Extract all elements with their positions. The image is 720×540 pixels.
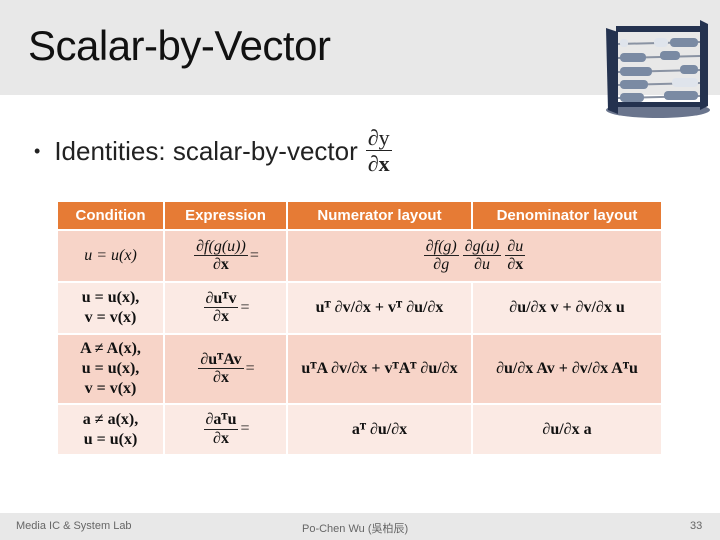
equals-sign: =: [240, 420, 250, 438]
condition-line: u = u(x): [84, 247, 137, 264]
bullet-text: Identities: scalar-by-vector: [54, 135, 358, 166]
expr-denominator: ∂x: [213, 429, 229, 447]
fraction-denominator: ∂x: [367, 151, 390, 177]
numerator-layout-cell: aᵀ ∂u/∂x: [286, 403, 473, 456]
header-numerator-layout: Numerator layout: [286, 202, 473, 230]
expression-cell: ∂uᵀv ∂x =: [163, 281, 288, 335]
condition-cell: A ≠ A(x), u = u(x), v = v(x): [56, 333, 165, 405]
condition-line: v = v(x): [84, 309, 137, 326]
denominator-layout-cell: ∂u/∂x a: [471, 403, 663, 456]
result-denominator: ∂u: [474, 256, 490, 274]
abacus-icon: [606, 20, 710, 118]
condition-cell: u = u(x), v = v(x): [56, 281, 165, 335]
expr-numerator: ∂uᵀv: [203, 289, 239, 309]
table-row: a ≠ a(x), u = u(x) ∂aᵀu ∂x = aᵀ ∂u/∂x ∂u/…: [56, 403, 663, 456]
slide-title: Scalar-by-Vector: [28, 22, 331, 69]
expression-cell: ∂f(g(u)) ∂x =: [163, 229, 288, 283]
expr-denominator: ∂x: [213, 369, 229, 387]
header-denominator-layout: Denominator layout: [471, 202, 663, 230]
denominator-layout-cell: ∂u/∂x v + ∂v/∂x u: [471, 281, 663, 335]
expr-denominator: ∂x: [213, 256, 229, 274]
result-numerator: ∂f(g): [423, 237, 459, 257]
expr-denominator: ∂x: [213, 308, 229, 326]
header-expression: Expression: [163, 202, 288, 230]
fraction-numerator: ∂y: [365, 125, 392, 152]
bullet-fraction: ∂y ∂x: [365, 125, 392, 177]
expr-numerator: ∂f(g(u)): [194, 237, 248, 257]
condition-cell: a ≠ a(x), u = u(x): [56, 403, 165, 456]
equals-sign: =: [240, 298, 250, 316]
table-row: u = u(x), v = v(x) ∂uᵀv ∂x = uᵀ ∂v/∂x + v…: [56, 281, 663, 335]
numerator-layout-cell: uᵀA ∂v/∂x + vᵀAᵀ ∂u/∂x: [286, 333, 473, 405]
expr-numerator: ∂uᵀAv: [198, 350, 244, 370]
result-numerator: ∂g(u): [462, 237, 502, 257]
footer-author: Po-Chen Wu (吳柏辰): [302, 523, 409, 535]
equals-sign: =: [249, 246, 259, 264]
expression-cell: ∂uᵀAv ∂x =: [163, 333, 288, 405]
expression-cell: ∂aᵀu ∂x =: [163, 403, 288, 456]
condition-line: a ≠ a(x),: [82, 410, 139, 428]
expr-numerator: ∂aᵀu: [203, 411, 239, 430]
denominator-layout-cell: ∂u/∂x Av + ∂v/∂x Aᵀu: [471, 333, 663, 405]
identities-table: Condition Expression Numerator layout De…: [56, 202, 663, 456]
table-row: A ≠ A(x), u = u(x), v = v(x) ∂uᵀAv ∂x = u…: [56, 333, 663, 405]
numerator-layout-cell: uᵀ ∂v/∂x + vᵀ ∂u/∂x: [286, 281, 473, 335]
condition-line: u = u(x): [83, 430, 138, 448]
page-number: 33: [690, 520, 703, 532]
footer-lab-name: Media IC & System Lab: [16, 520, 132, 532]
footer: Media IC & System Lab Po-Chen Wu (吳柏辰) 3…: [0, 513, 720, 540]
equals-sign: =: [245, 359, 255, 377]
condition-line: A ≠ A(x),: [80, 340, 141, 357]
bullet-item: • Identities: scalar-by-vector ∂y ∂x: [34, 125, 394, 177]
table-header-row: Condition Expression Numerator layout De…: [56, 202, 663, 230]
result-denominator: ∂x: [507, 256, 524, 274]
result-denominator: ∂g: [433, 256, 450, 274]
condition-cell: u = u(x): [56, 229, 165, 283]
condition-line: u = u(x),: [81, 360, 140, 377]
bullet-dot: •: [34, 140, 41, 161]
merged-result-cell: ∂f(g) ∂g ∂g(u) ∂u ∂u ∂x: [286, 229, 663, 283]
result-numerator: ∂u: [505, 237, 526, 257]
condition-line: v = v(x): [84, 380, 137, 397]
condition-line: u = u(x),: [81, 289, 140, 306]
header-condition: Condition: [56, 202, 165, 230]
table-row: u = u(x) ∂f(g(u)) ∂x = ∂f(g) ∂g ∂g(u) ∂u ∂u…: [56, 229, 663, 283]
